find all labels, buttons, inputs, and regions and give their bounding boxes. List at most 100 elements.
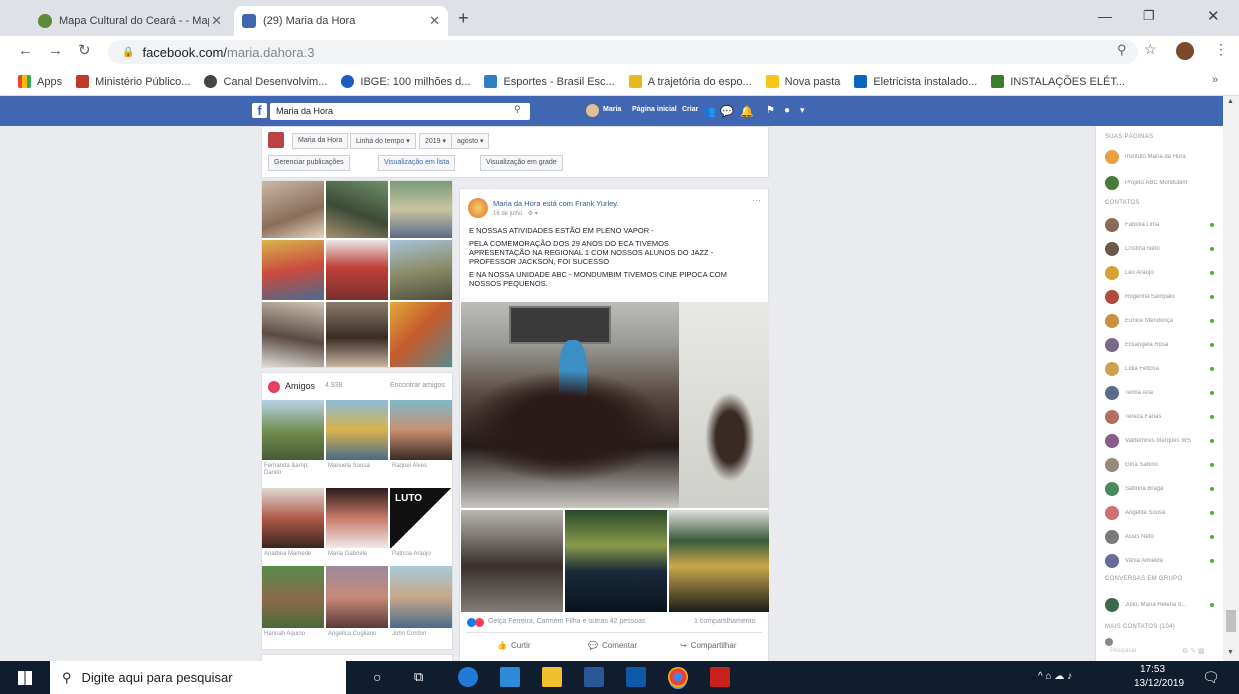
back-icon[interactable]: ← [18,42,33,59]
like-button[interactable]: 👍 Curtir [497,641,531,650]
contact-item[interactable]: Elisangela Rosa [1096,334,1224,356]
bookmark-canal[interactable]: Canal Desenvolvim... [204,75,327,88]
friend-photo[interactable] [326,488,388,548]
scroll-down-icon[interactable]: ▼ [1227,649,1234,656]
grid-view-button[interactable]: Visualização em grade [480,155,563,171]
word-icon[interactable] [584,667,604,687]
comment-button[interactable]: 💬 Comentar [588,641,637,650]
zoom-icon[interactable]: ⚲ [1117,42,1127,58]
profile-avatar[interactable] [1176,42,1194,60]
year-selector[interactable]: 2019 ▾ [419,133,453,149]
contact-item[interactable]: Telma Aria [1096,382,1224,404]
forward-icon[interactable]: → [48,42,63,59]
friend-name[interactable]: Angelica Cugliano [328,631,376,637]
post-main-photo[interactable] [461,302,769,508]
contact-item[interactable]: Eunice Mendonça [1096,310,1224,332]
bookmarks-overflow[interactable]: » [1212,74,1218,86]
photo-thumbnail[interactable] [326,240,388,300]
bookmark-ibge[interactable]: IBGE: 100 milhões d... [341,75,470,88]
contact-item[interactable]: Angelita Sousa [1096,502,1224,524]
contact-item[interactable]: Assis Neto [1096,526,1224,548]
notifications-icon[interactable]: 🔔 [740,105,754,118]
scroll-thumb[interactable] [1226,610,1236,632]
nav-home[interactable]: Página inicial [632,106,677,113]
friends-title[interactable]: Amigos [285,381,315,391]
bookmark-esportes[interactable]: Esportes - Brasil Esc... [484,75,615,88]
quick-help-icon[interactable]: ⚑ [766,105,775,116]
tray-icons[interactable]: ^ ⌂ ☁ ♪ [1038,671,1072,682]
clock-time[interactable]: 17:53 [1140,664,1165,675]
shares-count[interactable]: 1 compartilhamento [694,618,755,625]
messenger-icon[interactable]: 💬 [720,105,734,118]
account-menu-icon[interactable]: ▾ [800,105,805,116]
post-author[interactable]: Maria da Hora está com Frank Yurley. [493,199,619,208]
post-photo-2[interactable] [461,510,563,612]
chat-settings-icon[interactable]: ⚙ ✎ ▦ [1182,647,1205,655]
friend-name[interactable]: Raquel Alves [392,463,427,469]
photo-thumbnail[interactable] [390,302,452,367]
bookmark-instalacoes[interactable]: INSTALAÇÕES ELÉT... [991,75,1125,88]
close-tab-icon[interactable]: ✕ [211,13,222,29]
file-explorer-icon[interactable] [500,667,520,687]
friend-photo[interactable] [326,400,388,460]
menu-icon[interactable]: ⋮ [1214,41,1228,58]
find-friends-link[interactable]: Encontrar amigos [390,382,445,389]
contact-item[interactable]: Rogerina Sampaio [1096,286,1224,308]
month-selector[interactable]: agosto ▾ [451,133,490,149]
photo-thumbnail[interactable] [262,181,324,238]
contact-item[interactable]: Léo Araújo [1096,262,1224,284]
tab-mapa-cultural[interactable]: Mapa Cultural do Ceará - - Mapa ✕ [30,6,230,36]
restore-icon[interactable]: ❐ [1143,8,1155,24]
bookmark-star-icon[interactable]: ☆ [1144,41,1157,58]
close-tab-icon[interactable]: ✕ [429,13,440,29]
friend-name[interactable]: Patricia Araújo [392,551,431,557]
friend-photo[interactable] [326,566,388,628]
task-view-icon[interactable]: ⧉ [414,669,423,685]
photo-thumbnail[interactable] [262,302,324,367]
page-scrollbar[interactable]: ▲ ▼ [1223,96,1239,661]
contact-avatar[interactable] [1105,638,1113,646]
timeline-selector[interactable]: Linha do tempo ▾ [350,133,416,149]
friend-name[interactable]: Maria Gabriele [328,551,367,557]
photo-thumbnail[interactable] [262,240,324,300]
friend-name[interactable]: Manuela Sousa [328,463,370,469]
contact-item[interactable]: Fabiola Lima [1096,214,1224,236]
contact-item[interactable]: Tereza Farias [1096,406,1224,428]
contact-item[interactable]: Lidia Feitosa [1096,358,1224,380]
post-author-avatar[interactable] [468,198,488,218]
close-window-icon[interactable]: ✕ [1207,7,1220,25]
acrobat-icon[interactable] [710,667,730,687]
clock-date[interactable]: 13/12/2019 [1134,678,1184,689]
cortana-icon[interactable]: ○ [373,669,381,685]
bookmark-trajetoria[interactable]: A trajetória do espo... [628,75,752,88]
manage-posts-button[interactable]: Gerenciar publicações [268,155,350,171]
share-button[interactable]: ↪ Compartilhar [680,641,737,650]
edge-icon[interactable] [458,667,478,687]
page-item[interactable]: Instituto Maria da Hora [1096,146,1224,168]
friend-requests-icon[interactable]: 👥 [702,105,716,118]
friend-name[interactable]: Fernanda &amp; Danilo [264,463,322,477]
taskbar-search-box[interactable]: ⚲ Digite aqui para pesquisar [50,661,346,694]
help-icon[interactable]: ● [784,105,790,116]
photo-thumbnail[interactable] [390,240,452,300]
contact-item[interactable]: Valdemires Marques WS [1096,430,1224,452]
minimize-icon[interactable]: — [1098,8,1112,24]
friend-photo[interactable] [390,566,452,628]
contact-item[interactable]: Sabrina Braga [1096,478,1224,500]
tab-maria-da-hora[interactable]: (29) Maria da Hora ✕ [234,6,448,36]
facebook-logo-icon[interactable]: f [252,103,267,118]
user-avatar[interactable] [586,104,599,117]
friend-photo[interactable]: LUTO ♥ [390,488,452,548]
friend-photo[interactable] [390,400,452,460]
nav-profile[interactable]: Maria [603,106,621,113]
nav-create[interactable]: Criar [682,106,698,113]
photo-thumbnail[interactable] [326,181,388,238]
contact-item[interactable]: Gina Sabino [1096,454,1224,476]
group-item[interactable]: Júlio, Maria Helena d... [1096,594,1224,616]
reactions-summary[interactable]: Gelça Ferreira, Carmem Filha e outras 42… [488,618,646,625]
friend-photo[interactable] [262,400,324,460]
friend-name[interactable]: Hannah Aquino [264,631,305,637]
chrome-icon[interactable] [668,667,688,687]
friend-photo[interactable] [262,566,324,628]
new-tab-button[interactable]: + [458,8,469,29]
